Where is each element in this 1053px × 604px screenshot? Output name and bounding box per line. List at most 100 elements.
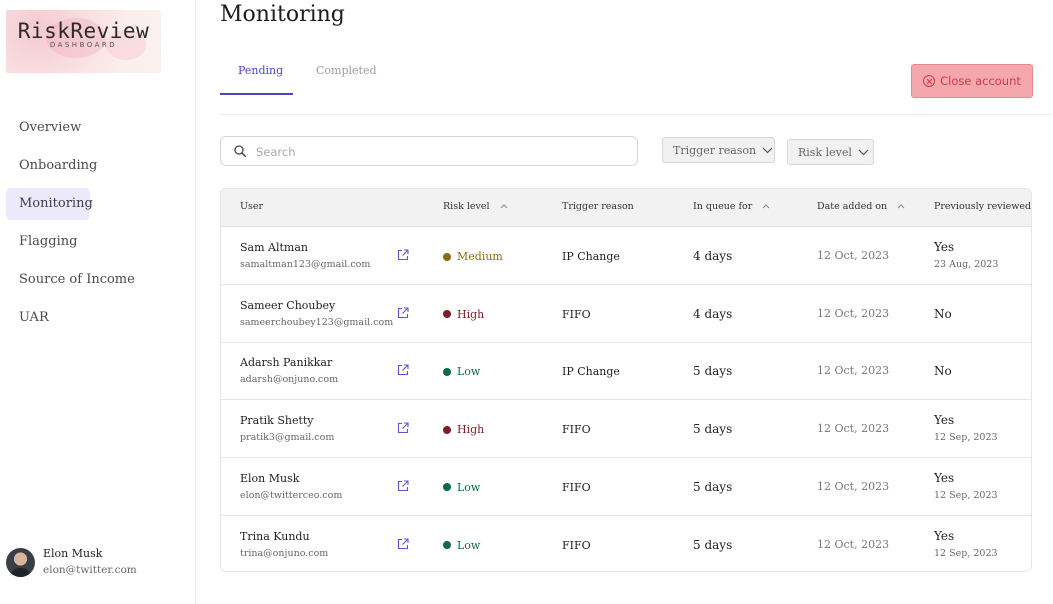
table-row[interactable]: Elon Musk elon@twitterceo.com Low FIFO 5 day… [221, 458, 1031, 516]
user-email: elon@twitterceo.com [240, 489, 343, 501]
table-row[interactable]: Trina Kundu trina@onjuno.com Low FIFO 5 days… [221, 516, 1031, 572]
previously-reviewed: Yes [934, 413, 955, 428]
in-queue-for: 5 days [693, 537, 733, 552]
column-previously-reviewed-label: Previously reviewed [934, 201, 1032, 212]
user-name: Sam Altman [240, 241, 308, 254]
trigger-reason: FIFO [562, 307, 591, 321]
risk-level: Medium [443, 250, 503, 263]
risk-level: High [443, 423, 484, 436]
trigger-reason: IP Change [562, 250, 620, 263]
logo-subtitle: DASHBOARD [49, 41, 118, 49]
sidebar-item-monitoring[interactable]: Monitoring [6, 188, 93, 220]
sidebar-item-overview[interactable]: Overview [6, 112, 90, 144]
table-row[interactable]: Adarsh Panikkar adarsh@onjuno.com Low IP Ch… [221, 342, 1031, 401]
in-queue-for: 5 days [693, 422, 733, 437]
previously-reviewed-date: 23 Aug, 2023 [934, 259, 999, 270]
external-link-icon[interactable] [396, 306, 410, 320]
risk-level-label: Low [457, 480, 481, 494]
sidebar-item-source-of-income[interactable]: Source of Income [6, 264, 135, 296]
risk-level-label: Medium [457, 250, 503, 263]
column-in-queue-for[interactable]: In queue for [693, 201, 770, 212]
external-link-icon[interactable] [396, 363, 410, 377]
sort-icon[interactable] [762, 202, 770, 212]
risk-level-label: High [457, 423, 485, 437]
previously-reviewed-date: 12 Sep, 2023 [934, 489, 998, 501]
column-previously-reviewed: Previously reviewed [934, 201, 1031, 212]
risk-dot-icon [443, 425, 451, 434]
risk-level-label: High [457, 307, 485, 321]
search-input[interactable] [256, 141, 626, 163]
date-added-on: 12 Oct, 2023 [817, 364, 890, 378]
user-name: Adarsh Panikkar [240, 356, 333, 370]
close-account-button[interactable]: Close account [911, 64, 1033, 98]
user-name: Pratik Shetty [240, 414, 314, 428]
divider [220, 114, 1052, 115]
column-date-added-on-label: Date added on [817, 201, 888, 212]
column-trigger-reason-label: Trigger reason [562, 201, 634, 212]
external-link-icon[interactable] [396, 421, 410, 435]
trigger-reason: IP Change [562, 365, 620, 379]
search-box[interactable] [220, 136, 638, 166]
previously-reviewed: No [934, 306, 952, 321]
user-name: Elon Musk [240, 471, 300, 485]
sidebar-item-uar[interactable]: UAR [6, 302, 90, 334]
user-email: sameerchoubey123@gmail.com [240, 316, 394, 328]
risk-dot-icon [443, 367, 451, 376]
table-row[interactable]: Sam Altman samaltman123@gmail.com Medium IP… [221, 227, 1031, 285]
app-logo[interactable]: RiskReview DASHBOARD [6, 10, 161, 73]
previously-reviewed-date: 12 Sep, 2023 [934, 432, 998, 444]
table-row[interactable]: Sameer Choubey sameerchoubey123@gmail.com… [221, 285, 1031, 343]
risk-level: Low [443, 481, 480, 494]
previously-reviewed: No [934, 364, 952, 379]
chevron-down-icon [762, 147, 773, 153]
external-link-icon[interactable] [396, 537, 410, 551]
in-queue-for: 4 days [693, 249, 733, 263]
column-risk-level[interactable]: Risk level [443, 201, 508, 212]
tab-completed[interactable]: Completed [316, 64, 377, 77]
chevron-down-icon [858, 149, 869, 155]
risk-level-label: Low [457, 365, 481, 379]
column-user: User [240, 201, 263, 212]
user-name: Sameer Choubey [240, 298, 336, 312]
user-email: adarsh@onjuno.com [240, 374, 339, 386]
search-icon [234, 145, 246, 157]
column-risk-level-label: Risk level [443, 201, 490, 212]
date-added-on: 12 Oct, 2023 [817, 306, 890, 320]
external-link-icon[interactable] [396, 248, 410, 262]
sidebar-item-onboarding[interactable]: Onboarding [6, 150, 97, 182]
trigger-reason: FIFO [562, 423, 591, 437]
column-date-added-on[interactable]: Date added on [817, 201, 905, 212]
table-row[interactable]: Pratik Shetty pratik3@gmail.com High FIFO 5 … [221, 400, 1031, 459]
sidebar: RiskReview DASHBOARD Overview Onboarding… [0, 0, 196, 604]
previously-reviewed: Yes [934, 240, 955, 254]
tab-pending[interactable]: Pending [238, 64, 283, 77]
user-name: Trina Kundu [240, 529, 310, 543]
external-link-icon[interactable] [396, 479, 410, 493]
current-user-name: Elon Musk [43, 547, 103, 560]
current-user-card[interactable]: Elon Musk elon@twitter.com [6, 546, 191, 580]
risk-level-label: Low [457, 538, 481, 552]
risk-dot-icon [443, 541, 451, 549]
in-queue-for: 5 days [693, 479, 733, 494]
user-email: trina@onjuno.com [240, 547, 329, 559]
trigger-reason-filter[interactable]: Trigger reason [662, 137, 775, 163]
date-added-on: 12 Oct, 2023 [817, 249, 890, 262]
trigger-reason: FIFO [562, 480, 591, 494]
previously-reviewed: Yes [934, 528, 955, 543]
date-added-on: 12 Oct, 2023 [817, 537, 890, 551]
logo-title: RiskReview [17, 19, 150, 43]
sidebar-item-flagging[interactable]: Flagging [6, 226, 90, 258]
sort-icon[interactable] [897, 202, 905, 212]
column-user-label: User [240, 201, 264, 212]
sidebar-nav: Overview Onboarding Monitoring Flagging … [6, 112, 191, 340]
risk-level-filter[interactable]: Risk level [787, 139, 874, 165]
risk-level: Low [443, 539, 480, 552]
in-queue-for: 5 days [693, 364, 733, 379]
risk-dot-icon [443, 483, 451, 492]
close-account-label: Close account [940, 74, 1021, 88]
date-added-on: 12 Oct, 2023 [817, 422, 890, 436]
current-user-email: elon@twitter.com [43, 564, 137, 576]
user-email: samaltman123@gmail.com [240, 259, 371, 270]
avatar [6, 548, 35, 577]
sort-icon[interactable] [500, 202, 508, 212]
